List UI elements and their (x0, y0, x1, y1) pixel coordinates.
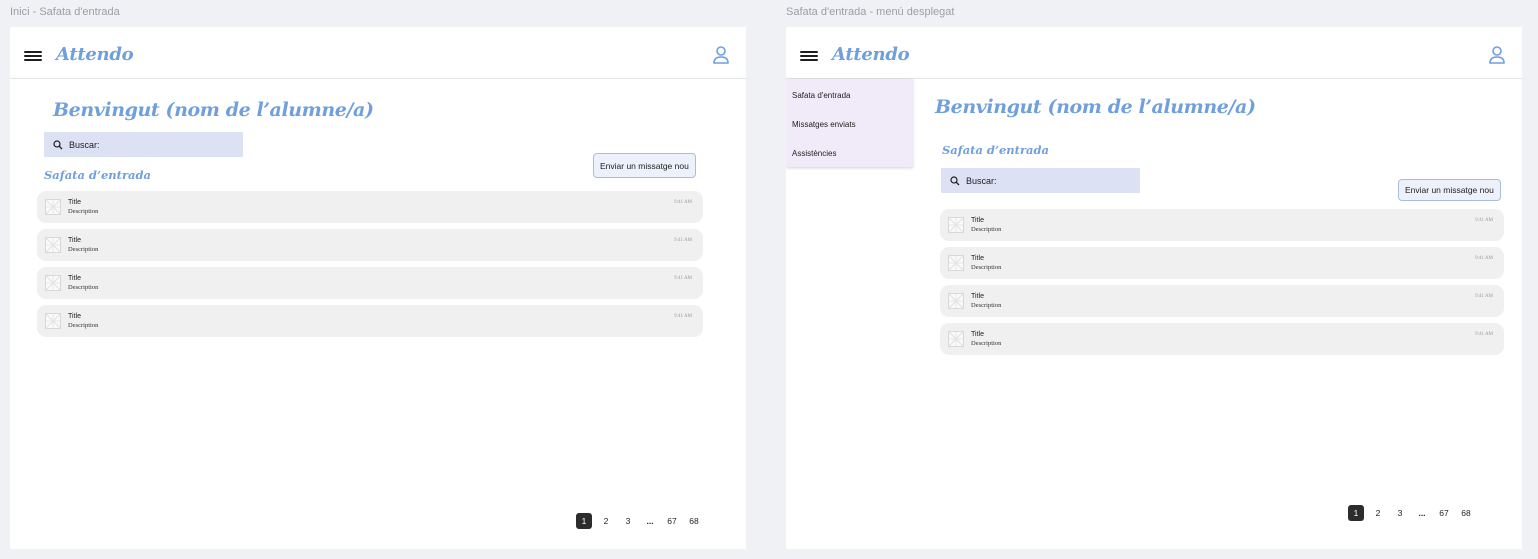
item-time: 9:41 AM (674, 276, 692, 281)
page-title: Benvingut (nom de l’alumne/a) (53, 99, 374, 121)
pagination-ellipsis: ... (646, 516, 654, 526)
list-item[interactable]: Title Description 9:41 AM (940, 209, 1504, 241)
list-item[interactable]: Title Description 9:41 AM (940, 247, 1504, 279)
image-placeholder-icon (45, 237, 61, 253)
frame-label: Safata d'entrada - menú desplegat (786, 6, 955, 18)
pagination: 1 2 3 ... 67 68 (1348, 505, 1480, 521)
item-description: Description (971, 226, 1002, 233)
user-icon[interactable] (1488, 45, 1506, 65)
send-message-button[interactable]: Enviar un missatge nou (1398, 179, 1501, 201)
list-item[interactable]: Title Description 9:41 AM (940, 323, 1504, 355)
search-icon (53, 139, 63, 149)
page-68-button[interactable]: 68 (1458, 505, 1474, 521)
app-header: Attendo (786, 27, 1522, 79)
image-placeholder-icon (948, 331, 964, 347)
message-list: Title Description 9:41 AM Title Descript… (37, 191, 703, 343)
search-label: Buscar: (69, 139, 100, 150)
item-description: Description (68, 208, 99, 215)
user-icon[interactable] (712, 45, 730, 65)
item-title: Title (68, 313, 81, 320)
image-placeholder-icon (45, 275, 61, 291)
item-title: Title (68, 275, 81, 282)
pagination: 1 2 3 ... 67 68 (576, 513, 708, 529)
list-item[interactable]: Title Description 9:41 AM (37, 267, 703, 299)
menu-item-sent[interactable]: Missatges enviats (792, 120, 856, 129)
section-title: Safata d’entrada (44, 168, 151, 182)
item-title: Title (971, 293, 984, 300)
image-placeholder-icon (45, 199, 61, 215)
item-description: Description (68, 322, 99, 329)
menu-item-attendance[interactable]: Assistències (792, 149, 836, 158)
section-title: Safata d’entrada (942, 143, 1049, 157)
menu-item-inbox[interactable]: Safata d'entrada (792, 91, 850, 100)
app-header: Attendo (10, 27, 746, 79)
page-2-button[interactable]: 2 (598, 513, 614, 529)
item-title: Title (971, 331, 984, 338)
search-input[interactable]: Buscar: (44, 132, 243, 157)
page-3-button[interactable]: 3 (1392, 505, 1408, 521)
list-item[interactable]: Title Description 9:41 AM (37, 191, 703, 223)
message-list: Title Description 9:41 AM Title Descript… (940, 209, 1504, 361)
item-time: 9:41 AM (674, 314, 692, 319)
item-time: 9:41 AM (674, 200, 692, 205)
item-title: Title (68, 199, 81, 206)
brand-logo[interactable]: Attendo (56, 44, 134, 65)
hamburger-icon[interactable] (800, 51, 818, 63)
item-description: Description (68, 246, 99, 253)
image-placeholder-icon (948, 217, 964, 233)
page-3-button[interactable]: 3 (620, 513, 636, 529)
image-placeholder-icon (948, 293, 964, 309)
item-title: Title (68, 237, 81, 244)
item-time: 9:41 AM (1475, 218, 1493, 223)
image-placeholder-icon (948, 255, 964, 271)
search-input[interactable]: Buscar: (941, 168, 1140, 193)
page-title: Benvingut (nom de l’alumne/a) (935, 96, 1256, 118)
item-title: Title (971, 217, 984, 224)
page-2-button[interactable]: 2 (1370, 505, 1386, 521)
page-1-button[interactable]: 1 (576, 513, 592, 529)
item-description: Description (971, 264, 1002, 271)
page-68-button[interactable]: 68 (686, 513, 702, 529)
item-description: Description (971, 340, 1002, 347)
item-time: 9:41 AM (1475, 256, 1493, 261)
hamburger-icon[interactable] (24, 51, 42, 63)
search-icon (950, 175, 960, 185)
list-item[interactable]: Title Description 9:41 AM (37, 229, 703, 261)
item-title: Title (971, 255, 984, 262)
item-time: 9:41 AM (1475, 294, 1493, 299)
item-description: Description (971, 302, 1002, 309)
image-placeholder-icon (45, 313, 61, 329)
brand-logo[interactable]: Attendo (832, 44, 910, 65)
inbox-menu-open-screen: Attendo Safata d'entrada Missatges envia… (786, 27, 1522, 549)
send-message-button[interactable]: Enviar un missatge nou (593, 153, 696, 178)
pagination-ellipsis: ... (1418, 508, 1426, 518)
frame-label: Inici - Safata d'entrada (10, 6, 120, 18)
list-item[interactable]: Title Description 9:41 AM (37, 305, 703, 337)
page-1-button[interactable]: 1 (1348, 505, 1364, 521)
search-label: Buscar: (966, 175, 997, 186)
item-time: 9:41 AM (1475, 332, 1493, 337)
item-description: Description (68, 284, 99, 291)
page-67-button[interactable]: 67 (1436, 505, 1452, 521)
inbox-screen: Attendo Benvingut (nom de l’alumne/a) Bu… (10, 27, 746, 549)
nav-menu-dropdown: Safata d'entrada Missatges enviats Assis… (786, 79, 913, 167)
item-time: 9:41 AM (674, 238, 692, 243)
list-item[interactable]: Title Description 9:41 AM (940, 285, 1504, 317)
page-67-button[interactable]: 67 (664, 513, 680, 529)
